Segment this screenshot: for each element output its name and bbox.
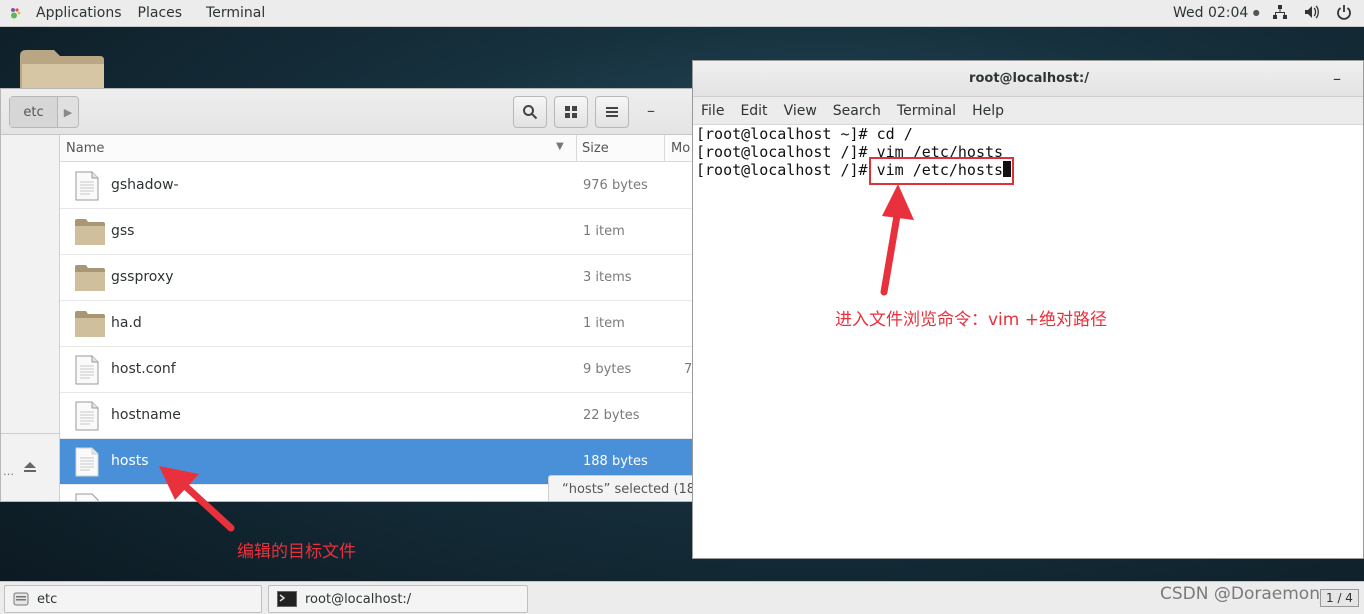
annotation-arrow-left [159,466,235,532]
file-size: 188 bytes [583,454,648,469]
menu-button[interactable] [595,96,629,128]
file-size: 1 item [583,316,625,331]
breadcrumb-etc[interactable]: etc [10,97,58,127]
search-button[interactable] [513,96,547,128]
places-menu[interactable]: Places [138,5,183,21]
file-row-gss[interactable]: gss 1 item [60,209,692,255]
breadcrumb-forward-icon[interactable]: ▶ [58,106,78,119]
file-list: Name ▼ Size Mo gshadow- 976 bytes gss 1 … [60,135,692,501]
selection-status: “hosts” selected (18 [548,475,692,501]
hamburger-icon [606,107,618,117]
file-size: 1 item [583,224,625,239]
sort-chevron-icon[interactable]: ▼ [556,141,564,152]
menu-view[interactable]: View [784,103,817,119]
terminal-output[interactable]: [root@localhost ~]# cd / [root@localhost… [696,125,1356,179]
network-icon[interactable] [1272,4,1288,20]
text-file-icon [75,493,99,501]
places-sidebar: … [1,135,60,501]
text-file-icon [75,447,99,477]
file-name: host.conf [111,361,176,377]
text-file-icon [75,171,99,201]
applications-label[interactable]: Applications [36,5,122,21]
taskbar-label: root@localhost:/ [305,591,412,607]
system-tray[interactable] [1272,4,1352,20]
gnome-foot-icon [11,8,21,19]
minimize-button[interactable]: – [647,101,655,120]
grid-icon [565,106,577,118]
file-size: 9 bytes [583,362,632,377]
terminal-menu[interactable]: Terminal [206,5,265,21]
taskbar-label: etc [37,591,58,607]
terminal-titlebar[interactable]: root@localhost:/ – [693,61,1363,97]
workspace-pager[interactable]: 1 / 4 [1320,589,1359,607]
menu-edit[interactable]: Edit [740,103,767,119]
terminal-line-current: [root@localhost /]# vim /etc/hosts [696,161,1356,179]
terminal-minimize-button[interactable]: – [1333,69,1341,88]
volume-icon[interactable] [1304,4,1320,20]
folder-icon [75,311,105,337]
file-manager-icon [13,592,29,606]
text-file-icon [75,401,99,431]
watermark: CSDN @Doraemon_ [1160,584,1329,604]
file-name: hostname [111,407,181,423]
taskbar-item-etc[interactable]: etc [4,585,262,613]
menu-help[interactable]: Help [972,103,1004,119]
terminal-line: [root@localhost /]# vim /etc/hosts [696,143,1004,161]
file-name: gssproxy [111,269,174,285]
file-name: gss [111,223,135,239]
sidebar-divider [1,433,60,434]
view-grid-button[interactable] [554,96,588,128]
column-name[interactable]: Name [66,141,104,156]
applications-menu[interactable]: Applications [0,5,138,21]
file-size: 3 items [583,270,632,285]
sidebar-ellipsis: … [3,465,14,478]
top-bar: Applications Places Terminal Wed 02:04 ● [0,0,1364,27]
file-row-gssproxy[interactable]: gssproxy 3 items [60,255,692,301]
terminal-title: root@localhost:/ [969,71,1089,86]
menu-terminal[interactable]: Terminal [897,103,956,119]
file-size: 976 bytes [583,178,648,193]
command-annotation: 进入文件浏览命令：vim +绝对路径 [835,310,1107,330]
file-row-host-conf[interactable]: host.conf 9 bytes 7 [60,347,692,393]
terminal-icon [277,591,297,607]
menu-search[interactable]: Search [833,103,881,119]
breadcrumb: etc ▶ [9,96,79,128]
menu-file[interactable]: File [701,103,724,119]
column-header: Name ▼ Size Mo [60,135,692,162]
terminal-line: [root@localhost ~]# cd / [696,125,913,143]
clock-label: Wed 02:04 [1173,5,1249,21]
column-modified[interactable]: Mo [671,141,690,156]
file-name: hosts [111,453,149,469]
target-file-annotation: 编辑的目标文件 [237,542,356,562]
clock[interactable]: Wed 02:04 ● [1173,5,1260,21]
taskbar-item-terminal[interactable]: root@localhost:/ [268,585,528,613]
folder-icon [75,265,105,291]
column-size[interactable]: Size [582,141,609,156]
file-size: 22 bytes [583,408,640,423]
terminal-menubar: File Edit View Search Terminal Help [693,97,1363,125]
annotation-arrow-up [880,184,914,296]
folder-icon [75,219,105,245]
file-manager-window: etc ▶ – … Name ▼ Size Mo gshadow- 976 by… [0,88,693,502]
search-icon [523,105,538,120]
file-manager-headerbar: etc ▶ – [1,89,692,135]
clock-indicator: ● [1252,8,1260,17]
desktop-folder-icon[interactable] [20,48,106,90]
power-icon[interactable] [1336,4,1352,20]
file-row-hostname[interactable]: hostname 22 bytes [60,393,692,439]
file-row-gshadow[interactable]: gshadow- 976 bytes [60,163,692,209]
file-row-had[interactable]: ha.d 1 item [60,301,692,347]
file-name: ha.d [111,315,142,331]
text-file-icon [75,355,99,385]
eject-icon[interactable] [23,461,37,473]
file-name: gshadow- [111,177,179,193]
